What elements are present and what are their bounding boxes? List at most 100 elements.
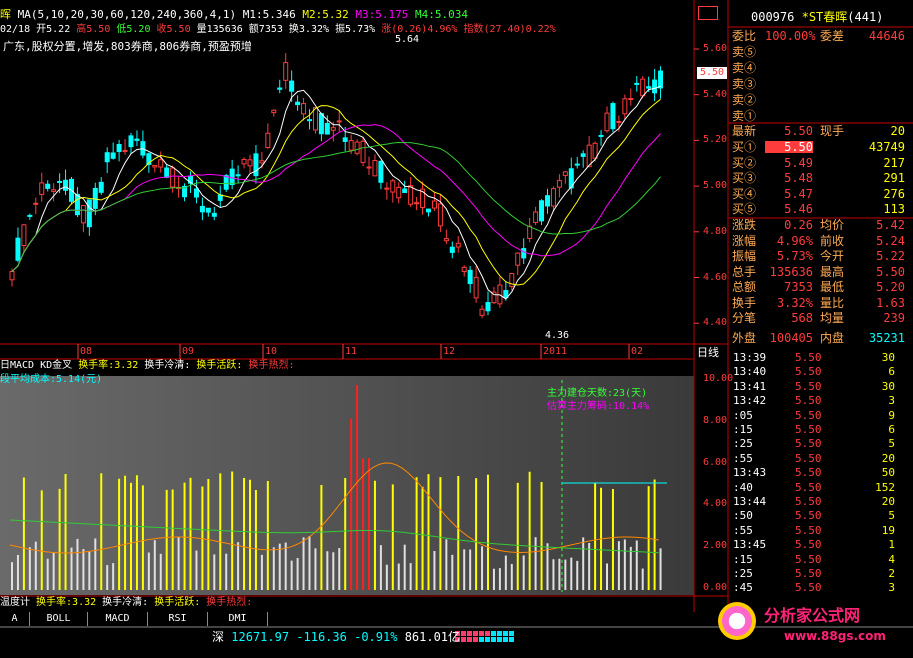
tick-price: 5.50 bbox=[795, 552, 822, 566]
tick-price: 5.50 bbox=[795, 523, 822, 537]
tick-time: :25 bbox=[733, 437, 753, 451]
candle-body bbox=[640, 78, 646, 97]
tick-time: :45 bbox=[733, 581, 753, 595]
stock-title: 000976 *ST春晖(441) bbox=[751, 11, 883, 23]
quote-label: 前收 bbox=[820, 233, 845, 248]
sell-level: 卖③ bbox=[732, 77, 757, 91]
calendar-icon[interactable] bbox=[698, 6, 718, 20]
index-bar bbox=[503, 637, 508, 642]
turnover-cold: 换手冷清: bbox=[144, 360, 191, 371]
quote-value: 135636 bbox=[769, 264, 813, 279]
tick-time: :15 bbox=[733, 423, 753, 436]
tick-time: 13:44 bbox=[733, 495, 767, 508]
candle-body bbox=[211, 212, 217, 217]
candle-body bbox=[556, 180, 562, 188]
candle-body bbox=[277, 87, 283, 90]
buy-label: 买⑤ bbox=[732, 202, 757, 216]
index-bar bbox=[497, 637, 502, 642]
candle-body bbox=[247, 159, 253, 167]
bar-amplitude: 振5.73% bbox=[335, 24, 376, 35]
quote-value: 5.20 bbox=[876, 280, 905, 294]
ma4-value: M4:5.034 bbox=[415, 8, 468, 21]
market-index: 12671.97 bbox=[231, 630, 290, 644]
tick-time: :15 bbox=[733, 552, 753, 566]
chip-ratio: 估算主力筹码:10.14% bbox=[547, 401, 650, 412]
tick-volume: 4 bbox=[888, 552, 895, 566]
candle-body bbox=[295, 101, 301, 106]
thermometer-active: 换手活跃: bbox=[154, 597, 201, 608]
status-bar: 深 12671.97 -116.36 -0.91% 861.01亿 bbox=[212, 631, 460, 643]
tick-volume: 30 bbox=[881, 379, 895, 393]
tab-a[interactable]: A bbox=[0, 612, 30, 626]
tab-dmi[interactable]: DMI bbox=[208, 612, 268, 626]
thermometer-cold: 换手冷清: bbox=[102, 597, 149, 608]
candle-body bbox=[378, 160, 384, 183]
candle-body bbox=[479, 308, 485, 316]
stock-code: 000976 bbox=[751, 10, 795, 24]
candle-body bbox=[110, 152, 116, 159]
candle-body bbox=[193, 188, 199, 198]
tick-time: 13:40 bbox=[733, 365, 767, 379]
candle-body bbox=[15, 237, 21, 261]
candle-body bbox=[372, 160, 378, 177]
candle-body bbox=[235, 174, 241, 177]
tick-time: 13:43 bbox=[733, 466, 767, 480]
turnover-active: 换手活跃: bbox=[196, 360, 243, 371]
price-tick: 5.40 bbox=[703, 88, 728, 100]
candle-body bbox=[437, 203, 443, 227]
tab-boll[interactable]: BOLL bbox=[30, 612, 88, 626]
quote-value: 239 bbox=[883, 311, 905, 325]
ratio-value: 100.00% bbox=[765, 29, 816, 43]
watermark-title: 分析家公式网 bbox=[764, 606, 861, 625]
bar-high: 高5.50 bbox=[76, 24, 111, 35]
candle-body bbox=[592, 142, 598, 159]
candle-body bbox=[57, 180, 63, 183]
thermometer-header: 温度计 换手率:3.32 换手冷清: 换手活跃: 换手热烈: bbox=[0, 598, 252, 608]
tick-volume: 20 bbox=[881, 495, 895, 508]
tab-rsi[interactable]: RSI bbox=[148, 612, 208, 626]
index-bar bbox=[467, 631, 472, 636]
tick-price: 5.50 bbox=[795, 394, 822, 408]
period-label[interactable]: 日线 bbox=[697, 347, 719, 358]
quote-label: 换手 bbox=[732, 295, 757, 310]
quote-value: 7353 bbox=[784, 280, 813, 294]
candle-body bbox=[21, 224, 27, 247]
candle-body bbox=[253, 153, 259, 177]
tick-price: 5.50 bbox=[795, 437, 822, 451]
tab-macd[interactable]: MACD bbox=[88, 612, 148, 626]
watermark: 分析家公式网 www.88gs.com bbox=[716, 600, 913, 658]
index-bar bbox=[497, 631, 502, 636]
candle-body bbox=[271, 109, 277, 114]
candle-body bbox=[9, 270, 15, 281]
candle-body bbox=[616, 120, 622, 123]
candle-body bbox=[170, 167, 176, 188]
candle-body bbox=[628, 97, 634, 100]
bar-volume: 量135636 bbox=[196, 24, 243, 35]
turnover-tick: 2.00 bbox=[703, 540, 728, 552]
last-price-flag: 5.50 bbox=[697, 67, 728, 79]
tick-volume: 50 bbox=[881, 466, 895, 480]
outer-value: 100405 bbox=[769, 331, 813, 345]
bar-change: 涨(0.26)4.96% bbox=[381, 24, 458, 35]
candle-body bbox=[414, 202, 420, 205]
candle-body bbox=[658, 70, 664, 89]
candle-body bbox=[580, 153, 586, 157]
candle-body bbox=[646, 86, 652, 89]
candle-body bbox=[467, 269, 473, 285]
candle-body bbox=[610, 103, 616, 130]
market-name: 深 bbox=[212, 630, 225, 644]
buy-volume: 276 bbox=[883, 186, 905, 201]
index-bar bbox=[461, 631, 466, 636]
turnover-tick: 6.00 bbox=[703, 456, 728, 468]
quote-label: 涨幅 bbox=[732, 233, 757, 248]
candle-body bbox=[86, 199, 92, 228]
buy-price: 5.49 bbox=[784, 155, 813, 170]
tick-volume: 152 bbox=[875, 480, 895, 494]
candle-body bbox=[360, 140, 366, 163]
candle-body bbox=[33, 202, 39, 205]
ma2-line bbox=[11, 98, 661, 286]
ma-legend: 晖 MA(5,10,20,30,60,120,240,360,4,1) M1:5… bbox=[0, 9, 468, 20]
candle-body bbox=[396, 186, 402, 199]
index-bar bbox=[479, 637, 484, 642]
indicator-name: 日MACD KD金叉 bbox=[0, 360, 73, 371]
